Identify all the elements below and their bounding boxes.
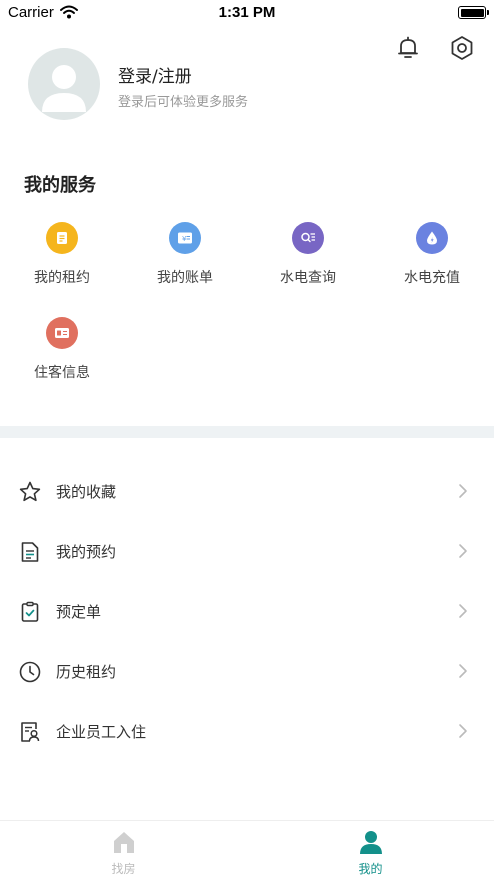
status-bar: Carrier 1:31 PM <box>0 0 494 26</box>
menu-item-employee-checkin[interactable]: 企业员工入住 <box>0 702 494 762</box>
service-tenant-info[interactable]: 住客信息 <box>12 317 112 382</box>
services-title: 我的服务 <box>24 175 96 196</box>
chevron-right-icon <box>456 722 470 740</box>
clipboard-check-icon <box>18 600 42 624</box>
avatar[interactable] <box>28 48 100 120</box>
clock-icon <box>18 660 42 684</box>
clock-time: 1:31 PM <box>218 4 276 21</box>
tab-find-home[interactable]: 找房 <box>0 821 247 880</box>
menu-item-label: 历史租约 <box>56 663 117 681</box>
svg-text:¥: ¥ <box>182 235 187 243</box>
menu-item-appointments[interactable]: 我的预约 <box>0 522 494 582</box>
service-my-lease[interactable]: 我的租约 <box>12 222 112 287</box>
water-drop-icon <box>416 222 448 254</box>
menu-item-label: 预定单 <box>56 603 102 621</box>
battery-icon <box>458 6 489 19</box>
person-icon <box>358 829 384 855</box>
document-list-icon <box>18 540 42 564</box>
chevron-right-icon <box>456 482 470 500</box>
search-list-icon <box>292 222 324 254</box>
login-register-link[interactable]: 登录/注册 <box>118 62 192 87</box>
chevron-right-icon <box>456 602 470 620</box>
bell-icon[interactable] <box>393 33 423 63</box>
tab-mine[interactable]: 我的 <box>247 821 494 880</box>
gear-icon[interactable] <box>447 33 477 63</box>
service-label: 住客信息 <box>34 365 90 381</box>
menu-item-lease-history[interactable]: 历史租约 <box>0 642 494 702</box>
chevron-right-icon <box>456 662 470 680</box>
login-hint: 登录后可体验更多服务 <box>118 95 249 110</box>
star-icon <box>18 480 42 504</box>
service-utility-recharge[interactable]: 水电充值 <box>382 222 482 287</box>
service-label: 我的租约 <box>34 270 90 286</box>
service-label: 我的账单 <box>157 270 213 286</box>
menu-item-label: 我的预约 <box>56 543 117 561</box>
menu-item-label: 企业员工入住 <box>56 723 147 741</box>
service-my-bill[interactable]: ¥ 我的账单 <box>135 222 235 287</box>
section-divider <box>0 426 494 438</box>
menu-item-favorites[interactable]: 我的收藏 <box>0 462 494 522</box>
service-label: 水电充值 <box>404 270 460 286</box>
menu-item-bookings[interactable]: 预定单 <box>0 582 494 642</box>
employee-card-icon <box>18 720 42 744</box>
chevron-right-icon <box>456 542 470 560</box>
house-icon <box>111 829 137 855</box>
tab-bar: 找房 我的 <box>0 820 494 880</box>
service-utility-query[interactable]: 水电查询 <box>258 222 358 287</box>
tab-label: 找房 <box>111 862 136 876</box>
tab-label: 我的 <box>358 862 383 876</box>
bill-icon: ¥ <box>169 222 201 254</box>
id-card-icon <box>46 317 78 349</box>
document-icon <box>46 222 78 254</box>
menu-item-label: 我的收藏 <box>56 483 117 501</box>
service-label: 水电查询 <box>280 270 336 286</box>
